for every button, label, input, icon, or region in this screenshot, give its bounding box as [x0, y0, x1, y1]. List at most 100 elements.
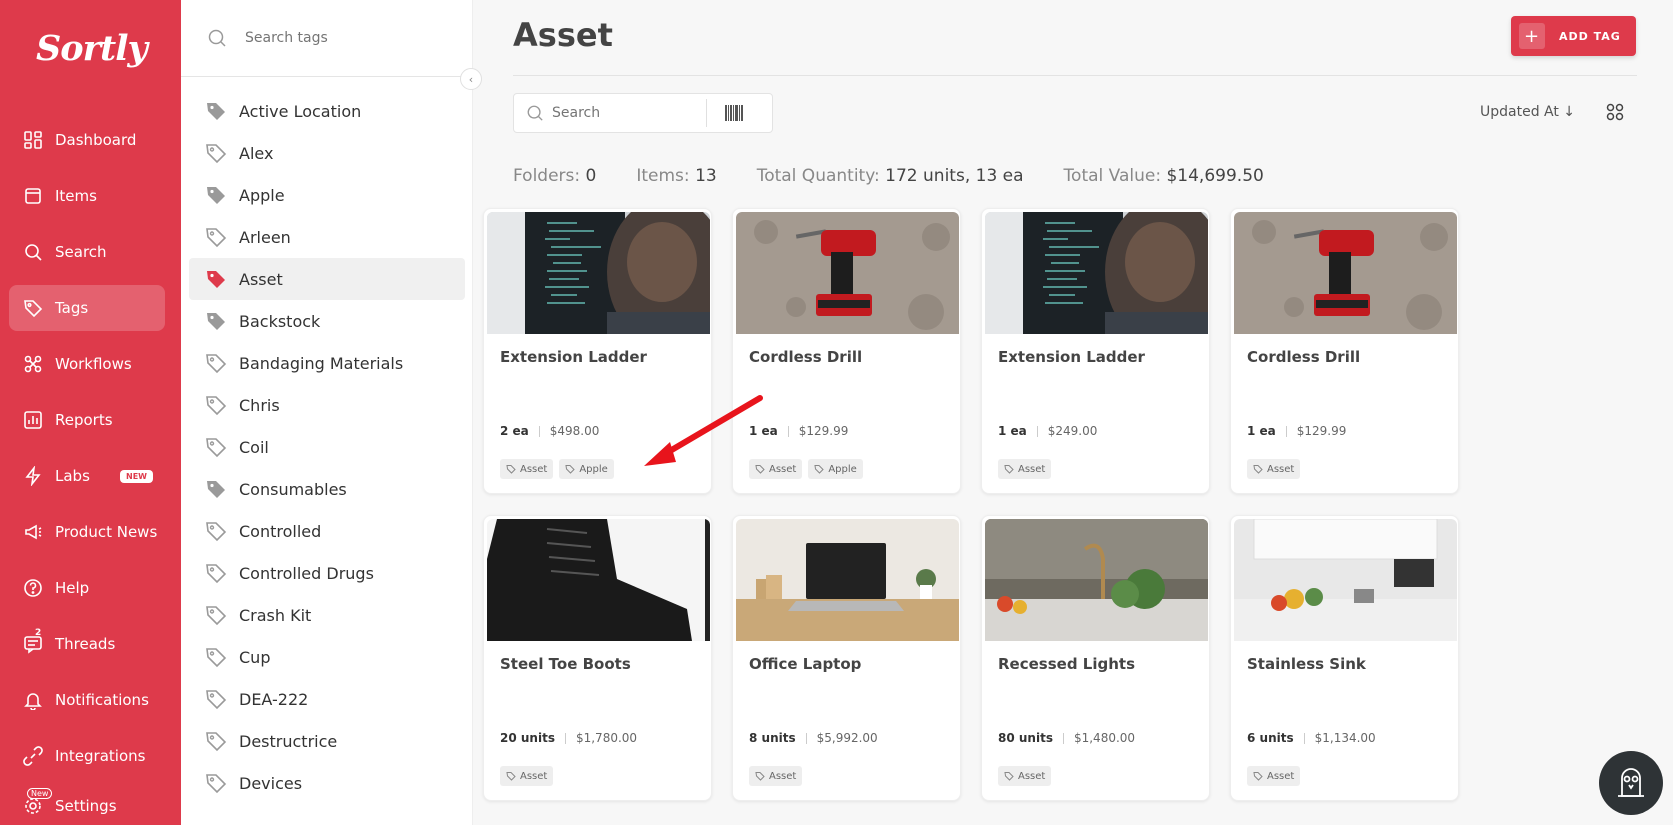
- nav-item-notifications[interactable]: Notifications: [9, 677, 165, 723]
- item-tags: Asset: [998, 459, 1052, 479]
- tag-icon: [207, 187, 225, 204]
- chip-label: Asset: [1018, 463, 1046, 475]
- nav-item-labs[interactable]: Labs NEW: [9, 453, 165, 499]
- tag-outline-icon: [206, 354, 227, 374]
- tags-panel: ‹ Active LocationAlexAppleArleenAssetBac…: [181, 0, 482, 825]
- tag-label: Asset: [239, 269, 283, 289]
- sort-dropdown[interactable]: Updated At ↓: [1480, 104, 1575, 120]
- tag-item[interactable]: Active Location: [189, 90, 465, 132]
- add-tag-label: ADD TAG: [1559, 29, 1621, 43]
- nav-item-reports[interactable]: Reports: [9, 397, 165, 443]
- stat-value: 172 units, 13 ea: [885, 166, 1024, 186]
- tag-search: [181, 0, 473, 77]
- nav-label: Help: [55, 579, 90, 597]
- tag-item[interactable]: Arleen: [189, 216, 465, 258]
- tag-icon: [24, 300, 43, 318]
- new-badge: NEW: [120, 469, 153, 483]
- nav-label: Integrations: [55, 747, 146, 765]
- nav-label: Items: [55, 187, 97, 205]
- assistant-chat-button[interactable]: [1599, 751, 1663, 815]
- tag-outline-icon: [506, 772, 516, 781]
- sort-label: Updated At: [1480, 104, 1559, 120]
- nav-item-search[interactable]: Search: [9, 229, 165, 275]
- add-tag-button[interactable]: + ADD TAG: [1511, 16, 1636, 56]
- nav-item-settings[interactable]: New Settings: [9, 788, 165, 823]
- meta-separator: [1303, 732, 1305, 744]
- nav-item-threads[interactable]: 2 Threads: [9, 621, 165, 667]
- item-card[interactable]: Office Laptop 8 units $5,992.00 Asset: [732, 515, 961, 801]
- chip-label: Asset: [769, 463, 797, 475]
- stat-value: $14,699.50: [1166, 166, 1264, 186]
- tag-label: Active Location: [239, 101, 362, 121]
- tag-outline-icon: [206, 606, 227, 626]
- tag-outline-icon: [814, 465, 825, 474]
- chip-label: Asset: [520, 770, 548, 782]
- nav-item-tags[interactable]: Tags: [9, 285, 165, 331]
- barcode-icon[interactable]: [725, 105, 743, 121]
- tag-item[interactable]: Chris: [189, 384, 465, 426]
- tag-label: Alex: [239, 143, 274, 163]
- nav-label: Labs: [55, 467, 90, 485]
- gear-icon: [25, 798, 41, 814]
- item-card[interactable]: Steel Toe Boots 20 units $1,780.00 Asset: [483, 515, 712, 801]
- tag-item[interactable]: Bandaging Materials: [189, 342, 465, 384]
- tag-item[interactable]: Cup: [189, 636, 465, 678]
- item-image: [487, 212, 710, 334]
- annotation-arrow-icon: [644, 395, 763, 466]
- item-tags: Asset: [500, 766, 554, 786]
- chip-label: Asset: [520, 463, 548, 475]
- item-price: $1,134.00: [1314, 731, 1376, 745]
- item-title: Recessed Lights: [998, 655, 1135, 673]
- item-card[interactable]: Recessed Lights 80 units $1,480.00 Asset: [981, 515, 1210, 801]
- item-search-input[interactable]: [552, 105, 702, 121]
- tag-label: Apple: [239, 185, 285, 205]
- nav-item-integrations[interactable]: Integrations: [9, 733, 165, 779]
- tag-item[interactable]: Backstock: [189, 300, 465, 342]
- tag-item[interactable]: Apple: [189, 174, 465, 216]
- tag-item[interactable]: Devices: [189, 762, 465, 804]
- item-card[interactable]: Extension Ladder 1 ea $249.00 Asset: [981, 208, 1210, 494]
- tag-item[interactable]: Alex: [189, 132, 465, 174]
- sortly-logo[interactable]: Sortly: [36, 28, 148, 69]
- nav-item-product-news[interactable]: Product News: [9, 509, 165, 555]
- tag-outline-icon: [206, 228, 227, 248]
- item-card[interactable]: Cordless Drill 1 ea $129.99 Asset: [1230, 208, 1459, 494]
- tag-outline-icon: [1004, 772, 1014, 781]
- view-toggle[interactable]: [1606, 103, 1624, 125]
- tag-item[interactable]: Controlled Drugs: [189, 552, 465, 594]
- nav-item-help[interactable]: Help: [9, 565, 165, 611]
- arrow-down-icon: ↓: [1558, 104, 1576, 120]
- tag-search-input[interactable]: [245, 30, 445, 46]
- item-price: $1,480.00: [1073, 731, 1136, 745]
- tag-item[interactable]: Coil: [189, 426, 465, 468]
- item-meta: 2 ea $498.00: [500, 424, 599, 438]
- nav-item-items[interactable]: Items: [9, 173, 165, 219]
- tag-item[interactable]: Controlled: [189, 510, 465, 552]
- item-price: $1,780.00: [575, 731, 638, 745]
- nav-label: Settings: [55, 797, 117, 815]
- chip-label: Apple: [579, 463, 608, 475]
- item-card[interactable]: Cordless Drill 1 ea $129.99 Asset Apple: [732, 208, 961, 494]
- tag-item[interactable]: DEA-222: [189, 678, 465, 720]
- item-tags: Asset: [1247, 459, 1301, 479]
- item-meta: 20 units $1,780.00: [500, 731, 637, 745]
- item-tag-chip: Asset: [1247, 766, 1301, 786]
- nav-item-dashboard[interactable]: Dashboard: [9, 117, 165, 163]
- tag-icon: [207, 481, 225, 498]
- nav-item-workflows[interactable]: Workflows: [9, 341, 165, 387]
- nav-label: Threads: [55, 635, 116, 653]
- tag-item[interactable]: Crash Kit: [189, 594, 465, 636]
- item-meta: 1 ea $129.99: [1247, 424, 1346, 438]
- item-title: Cordless Drill: [749, 348, 863, 366]
- main-content: Asset + ADD TAG Updated At ↓ Folders: 0 …: [473, 0, 1673, 825]
- chip-label: Asset: [1267, 463, 1295, 475]
- item-image: [487, 519, 710, 641]
- item-card[interactable]: Stainless Sink 6 units $1,134.00 Asset: [1230, 515, 1459, 801]
- tag-item[interactable]: Asset: [189, 258, 465, 300]
- item-quantity: 80 units: [998, 731, 1053, 745]
- search-icon: [25, 244, 42, 261]
- page-title: Asset: [513, 16, 613, 54]
- item-tag-chip: Apple: [559, 459, 614, 479]
- tag-item[interactable]: Destructrice: [189, 720, 465, 762]
- tag-item[interactable]: Consumables: [189, 468, 465, 510]
